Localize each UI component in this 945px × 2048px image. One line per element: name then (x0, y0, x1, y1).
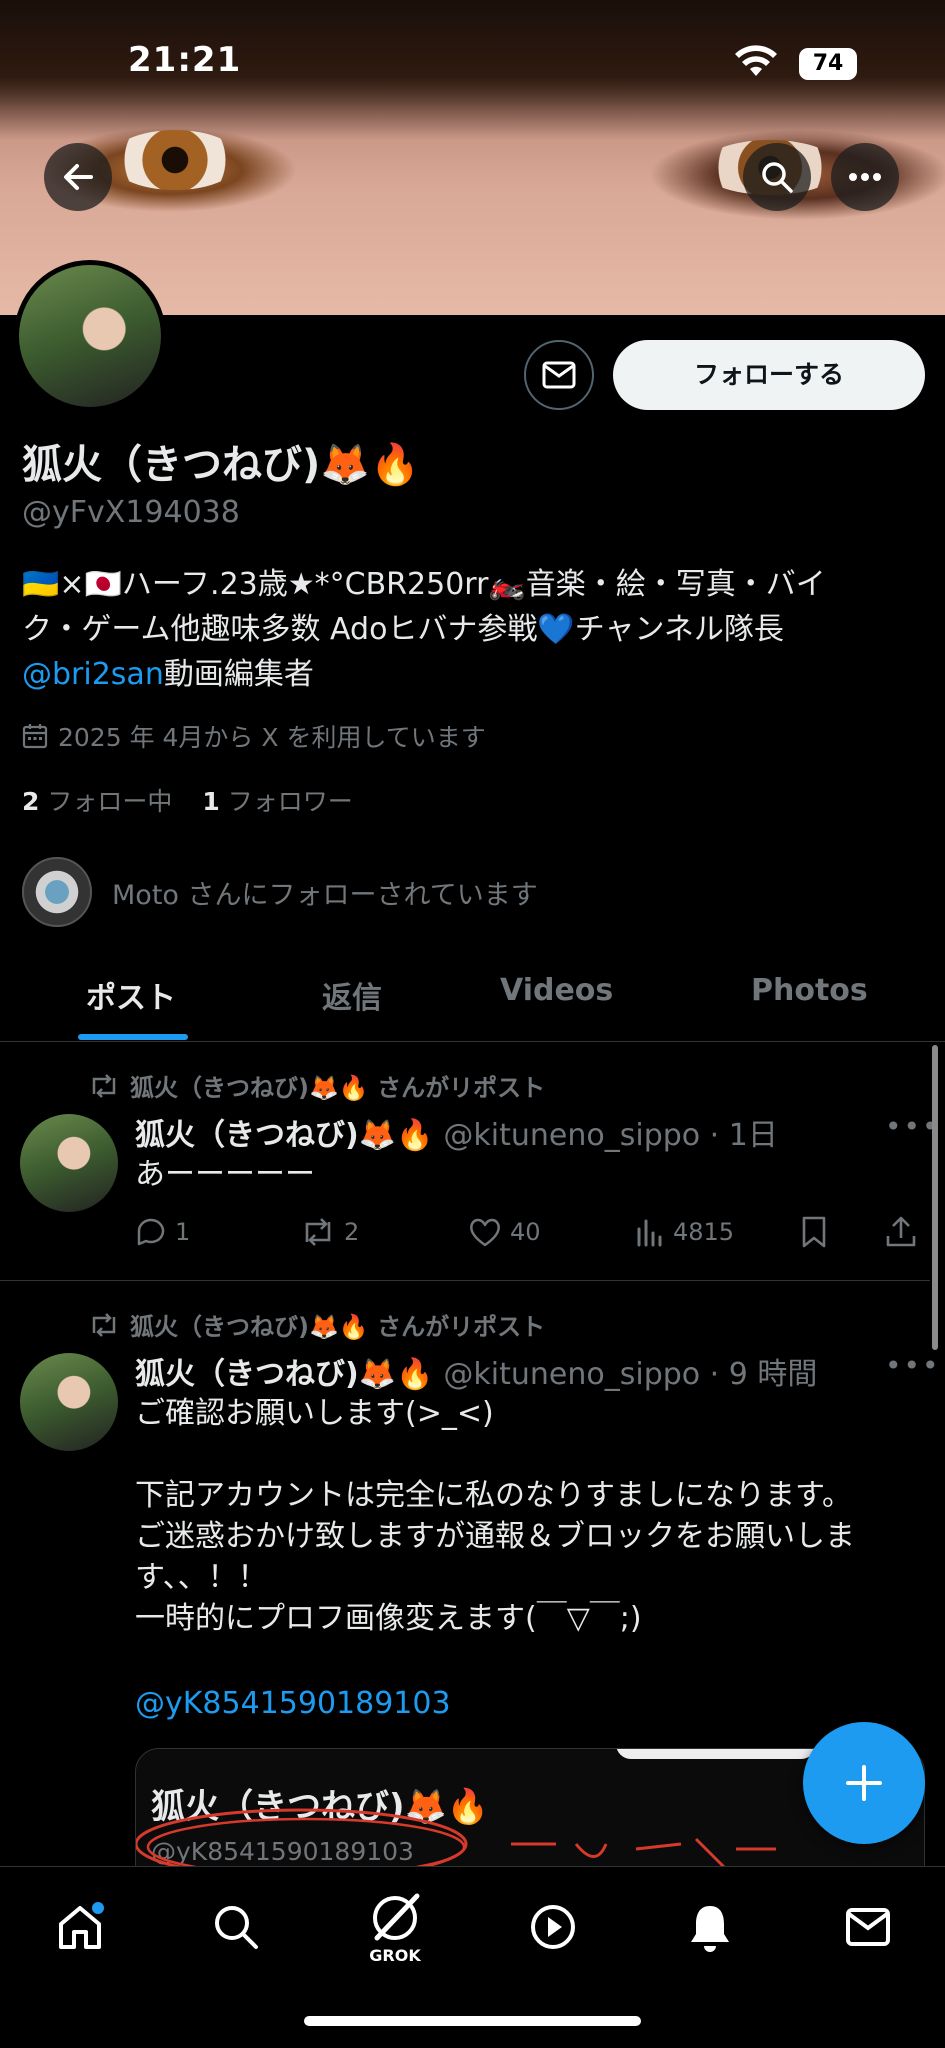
repost-context: 狐火（きつねび)🦊🔥 さんがリポスト (88, 1068, 545, 1103)
post-header: 狐火（きつねび)🦊🔥 @kituneno_sippo · 9 時間 (135, 1349, 817, 1393)
followed-by-text: Moto さんにフォローされています (112, 879, 538, 911)
bio-line-1: 🇺🇦×🇯🇵ハーフ.23歳★*°CBR250rr🏍️音楽・絵・写真・バイ (22, 567, 826, 602)
envelope-icon (542, 361, 576, 389)
followed-by[interactable]: Moto さんにフォローされています (22, 857, 538, 927)
followers-link[interactable]: 1 フォロワー (202, 782, 352, 818)
post-text: あーーーーー (135, 1157, 315, 1192)
bookmark-icon (802, 1216, 826, 1248)
bookmark-button[interactable] (800, 1216, 828, 1248)
follow-stats: 2 フォロー中 1 フォロワー (22, 782, 353, 818)
share-button[interactable] (885, 1216, 917, 1248)
repost-icon (92, 1073, 116, 1098)
wifi-icon (735, 45, 777, 76)
bio-line-2: ク・ゲーム他趣味多数 Adoヒバナ参戦💙チャンネル隊長 (22, 612, 784, 647)
post-author-avatar[interactable] (20, 1353, 118, 1451)
nav-search[interactable] (206, 1897, 266, 1957)
envelope-icon (846, 1908, 890, 1946)
tab-replies[interactable]: 返信 (322, 973, 382, 1017)
tab-videos[interactable]: Videos (500, 973, 613, 1008)
back-arrow-icon (64, 164, 93, 190)
followers-label: フォロワー (227, 787, 353, 816)
nav-video[interactable] (523, 1897, 583, 1957)
post-header: 狐火（きつねび)🦊🔥 @kituneno_sippo · 1日 (135, 1110, 778, 1154)
follower-avatar (22, 857, 92, 927)
active-tab-indicator (78, 1034, 188, 1040)
profile-display-name: 狐火（きつねび)🦊🔥 (22, 442, 420, 488)
following-link[interactable]: 2 フォロー中 (22, 782, 172, 818)
search-button[interactable] (743, 143, 811, 211)
compose-post-button[interactable] (803, 1722, 925, 1844)
post-handle-time: @kituneno_sippo · 1日 (443, 1118, 778, 1153)
heart-icon (470, 1218, 500, 1247)
followers-count: 1 (202, 787, 220, 816)
message-button[interactable] (524, 340, 594, 410)
nav-grok[interactable]: GROK (365, 1887, 425, 1967)
tab-posts[interactable]: ポスト (86, 973, 176, 1017)
bell-icon (691, 1906, 729, 1952)
reply-count: 1 (175, 1218, 191, 1246)
grok-icon (373, 1893, 420, 1940)
reply-icon (137, 1218, 165, 1246)
profile-handle: @yFvX194038 (22, 495, 240, 530)
like-count: 40 (510, 1218, 541, 1246)
home-icon (59, 1902, 104, 1949)
status-time: 21:21 (128, 40, 242, 80)
more-dots-icon: ••• (885, 1349, 941, 1382)
bio-line-3: @bri2san動画編集者 (22, 652, 922, 697)
nav-messages[interactable] (838, 1897, 898, 1957)
profile-avatar[interactable] (14, 260, 166, 412)
repost-icon (305, 1218, 331, 1246)
repost-button[interactable]: 2 (300, 1218, 359, 1246)
search-icon (762, 162, 793, 193)
following-label: フォロー中 (47, 787, 173, 816)
view-count: 4815 (673, 1218, 735, 1246)
home-indicator (304, 2016, 641, 2026)
following-count: 2 (22, 787, 40, 816)
share-icon (886, 1216, 916, 1247)
profile-tabs: ポスト 返信 Videos Photos (0, 955, 945, 1042)
post-mention-link[interactable]: @yK8541590189103 (135, 1686, 451, 1721)
repost-context-text: 狐火（きつねび)🦊🔥 さんがリポスト (130, 1074, 546, 1102)
banner-left-eye (110, 130, 240, 190)
play-circle-icon (531, 1905, 575, 1949)
repost-icon (92, 1312, 116, 1337)
post-item[interactable]: 狐火（きつねび)🦊🔥 さんがリポスト 狐火（きつねび)🦊🔥 @kituneno_… (0, 1042, 939, 1280)
nav-notifications[interactable] (680, 1897, 740, 1957)
bio-line-3-text: 動画編集者 (163, 657, 314, 692)
back-button[interactable] (44, 143, 112, 211)
analytics-icon (637, 1219, 662, 1247)
joined-text: 2025 年 4月から X を利用しています (58, 723, 486, 752)
profile-bio: 🇺🇦×🇯🇵ハーフ.23歳★*°CBR250rr🏍️音楽・絵・写真・バイ ク・ゲー… (22, 562, 922, 697)
views-button[interactable]: 4815 (635, 1217, 734, 1247)
joined-date: 2025 年 4月から X を利用しています (22, 718, 486, 754)
tab-photos[interactable]: Photos (751, 973, 868, 1008)
post-author-name[interactable]: 狐火（きつねび)🦊🔥 (135, 1349, 433, 1393)
plus-icon (846, 1765, 882, 1801)
repost-context: 狐火（きつねび)🦊🔥 さんがリポスト (88, 1307, 545, 1342)
post-text: ご確認お願いします(>_<) 下記アカウントは完全に私のなりすましになります。 … (135, 1396, 855, 1636)
post-author-avatar[interactable] (20, 1114, 118, 1212)
nav-home[interactable] (50, 1897, 110, 1957)
repost-count: 2 (344, 1218, 360, 1246)
post-author-name[interactable]: 狐火（きつねび)🦊🔥 (135, 1110, 433, 1154)
reply-button[interactable]: 1 (135, 1217, 190, 1247)
calendar-icon (22, 724, 48, 749)
more-options-button[interactable] (831, 143, 899, 211)
battery-indicator: 74 (799, 48, 857, 80)
post-actions: 1 2 40 4815 (135, 1212, 925, 1252)
post-more-button[interactable]: ••• (885, 1349, 941, 1382)
post-handle-time: @kituneno_sippo · 9 時間 (443, 1357, 818, 1392)
more-horizontal-icon (849, 173, 881, 181)
repost-context-text: 狐火（きつねび)🦊🔥 さんがリポスト (130, 1313, 546, 1341)
follow-button[interactable]: フォローする (613, 340, 925, 410)
grok-label: GROK (369, 1945, 421, 1965)
scrollbar[interactable] (932, 1045, 938, 1350)
search-icon (215, 1906, 258, 1949)
like-button[interactable]: 40 (468, 1217, 541, 1247)
bio-mention-link[interactable]: @bri2san (22, 657, 164, 692)
